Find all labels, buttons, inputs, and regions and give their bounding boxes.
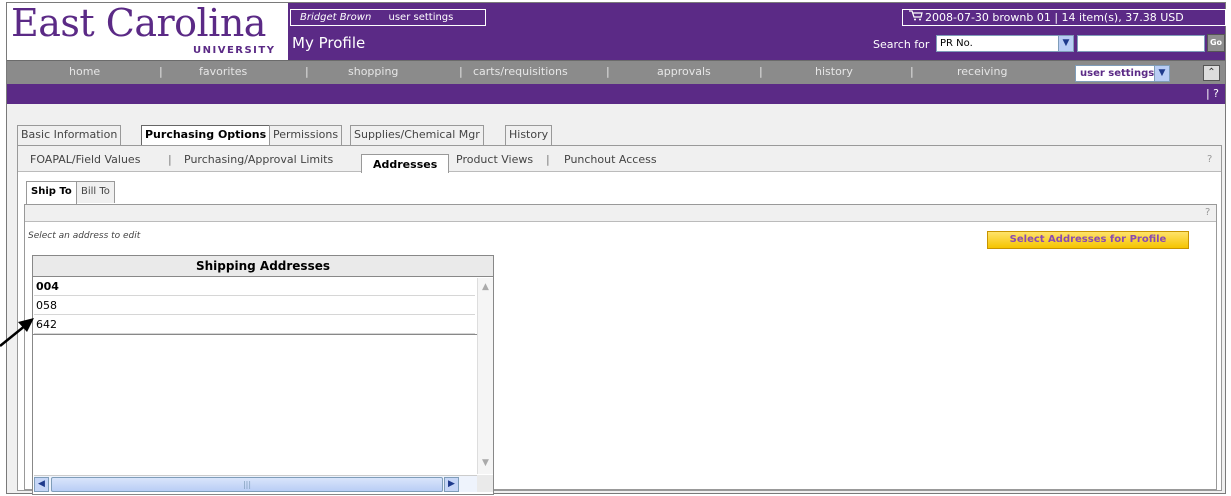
- help-icon[interactable]: | ?: [1206, 87, 1219, 100]
- scrollbar-corner: [477, 475, 493, 492]
- grid-divider: [33, 334, 477, 335]
- nav-divider: |: [305, 65, 309, 78]
- scroll-right-icon[interactable]: ▶: [444, 477, 459, 492]
- select-addresses-button[interactable]: Select Addresses for Profile: [987, 231, 1189, 249]
- scroll-down-icon[interactable]: ▼: [478, 456, 493, 471]
- nav-shopping[interactable]: shopping: [348, 65, 398, 78]
- logo-main-text: East Carolina: [11, 1, 266, 45]
- tab-ship-to[interactable]: Ship To: [26, 181, 77, 204]
- tab-history[interactable]: History: [505, 125, 553, 145]
- nav-receiving[interactable]: receiving: [957, 65, 1007, 78]
- pointer-arrow-icon: [0, 318, 34, 347]
- chevron-down-icon: ▼: [1154, 66, 1169, 81]
- search-type-value: PR No.: [940, 38, 973, 49]
- user-name-link[interactable]: Bridget Brown: [300, 12, 371, 23]
- tab-purchasing-options[interactable]: Purchasing Options: [141, 125, 271, 146]
- sub-navigation: FOAPAL/Field Values | Purchasing/Approva…: [18, 146, 1221, 173]
- app-window: East Carolina UNIVERSITY Bridget Brown u…: [6, 1, 1226, 495]
- user-settings-select[interactable]: user settings ▼: [1075, 65, 1170, 82]
- cart-summary-text: 2008-07-30 brownb 01 | 14 item(s), 37.38…: [925, 11, 1184, 24]
- search-label: Search for: [873, 38, 930, 51]
- table-row[interactable]: 642: [34, 316, 475, 334]
- subnav-product-views[interactable]: Product Views: [456, 153, 533, 166]
- nav-carts-requisitions[interactable]: carts/requisitions: [473, 65, 568, 78]
- nav-history[interactable]: history: [815, 65, 853, 78]
- nav-divider: |: [606, 65, 610, 78]
- subnav-punchout-access[interactable]: Punchout Access: [564, 153, 657, 166]
- search-type-select[interactable]: PR No. ▼: [936, 35, 1074, 52]
- header: East Carolina UNIVERSITY Bridget Brown u…: [7, 1, 1226, 60]
- subnav-purchasing-approval-limits[interactable]: Purchasing/Approval Limits: [184, 153, 333, 166]
- panel-toolbar: ?: [25, 205, 1216, 222]
- cart-summary[interactable]: 2008-07-30 brownb 01 | 14 item(s), 37.38…: [902, 9, 1226, 26]
- scroll-up-icon[interactable]: ▲: [478, 280, 493, 295]
- tab-supplies-chemical-mgr[interactable]: Supplies/Chemical Mgr: [350, 125, 484, 145]
- user-box: Bridget Brown user settings: [290, 9, 486, 26]
- purple-toolbar: | ?: [7, 84, 1225, 104]
- help-icon[interactable]: ?: [1207, 154, 1212, 165]
- scroll-left-icon[interactable]: ◀: [34, 477, 49, 492]
- table-row[interactable]: 058: [34, 297, 475, 315]
- cart-icon: [909, 10, 923, 25]
- nav-home[interactable]: home: [69, 65, 100, 78]
- horizontal-scrollbar[interactable]: ◀ ||| ▶: [34, 475, 477, 492]
- table-row[interactable]: 004: [34, 278, 475, 296]
- go-button[interactable]: Go: [1207, 34, 1225, 52]
- shipping-addresses-grid: Shipping Addresses 004 058 642 ▲ ▼ ◀ |||…: [32, 255, 494, 495]
- nav-divider: |: [759, 65, 763, 78]
- scrollbar-thumb[interactable]: |||: [51, 477, 443, 492]
- tab-basic-information[interactable]: Basic Information: [17, 125, 122, 145]
- subnav-addresses[interactable]: Addresses: [361, 154, 450, 173]
- subnav-foapal-field-values[interactable]: FOAPAL/Field Values: [30, 153, 140, 166]
- logo[interactable]: East Carolina UNIVERSITY: [7, 1, 288, 60]
- purchasing-options-panel: FOAPAL/Field Values | Purchasing/Approva…: [17, 145, 1222, 495]
- nav-divider: |: [159, 65, 163, 78]
- nav-favorites[interactable]: favorites: [199, 65, 247, 78]
- instruction-text: Select an address to edit: [28, 231, 141, 241]
- user-settings-select-value: user settings: [1080, 68, 1155, 79]
- chevron-down-icon: ▼: [1058, 36, 1073, 51]
- grid-header: Shipping Addresses: [33, 256, 493, 277]
- user-settings-link[interactable]: user settings: [389, 12, 454, 23]
- main-nav: home | favorites | shopping | carts/requ…: [7, 60, 1225, 84]
- vertical-scrollbar[interactable]: ▲ ▼: [477, 278, 493, 474]
- subnav-divider: |: [168, 153, 172, 166]
- ship-to-panel: ? Select an address to edit Select Addre…: [24, 204, 1217, 495]
- collapse-icon[interactable]: ⌃: [1203, 65, 1220, 81]
- help-icon[interactable]: ?: [1205, 207, 1210, 218]
- subnav-divider: |: [546, 153, 550, 166]
- nav-divider: |: [459, 65, 463, 78]
- tab-permissions[interactable]: Permissions: [269, 125, 343, 145]
- nav-divider: |: [910, 65, 914, 78]
- page-title: My Profile: [292, 34, 366, 52]
- nav-approvals[interactable]: approvals: [657, 65, 711, 78]
- tab-bill-to[interactable]: Bill To: [76, 181, 115, 203]
- logo-sub-text: UNIVERSITY: [193, 45, 276, 56]
- search-input[interactable]: [1077, 35, 1205, 52]
